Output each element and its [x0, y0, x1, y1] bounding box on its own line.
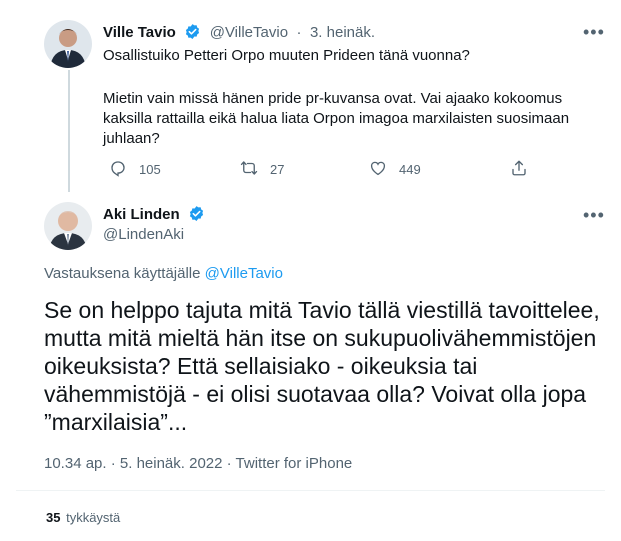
- reply-prefix: Vastauksena käyttäjälle: [44, 265, 201, 282]
- author-name[interactable]: Aki Linden: [103, 206, 180, 223]
- tweet-text-p2: Mietin vain missä hänen pride pr-kuvansa…: [103, 90, 570, 147]
- likes-summary[interactable]: 35 tykkäystä: [46, 510, 120, 525]
- thread-line: [68, 70, 70, 192]
- likes-label: tykkäystä: [66, 510, 121, 525]
- reply-icon: [109, 159, 139, 180]
- retweet-icon: [240, 159, 270, 180]
- avatar-ville-tavio[interactable]: [44, 20, 92, 68]
- author-handle[interactable]: @VilleTavio: [210, 24, 288, 41]
- retweet-button[interactable]: 27: [240, 159, 284, 180]
- verified-icon: [184, 23, 201, 45]
- tweet-header: Ville Tavio @VilleTavio · 3. heinäk.: [103, 23, 375, 45]
- like-button[interactable]: 449: [369, 159, 421, 180]
- share-icon: [510, 159, 540, 180]
- author-handle[interactable]: @LindenAki: [103, 226, 184, 243]
- more-icon[interactable]: •••: [583, 206, 605, 224]
- reply-button[interactable]: 105: [109, 159, 161, 180]
- tweet-text-p1: Osallistuiko Petteri Orpo muuten Prideen…: [103, 47, 470, 64]
- author-name[interactable]: Ville Tavio: [103, 24, 176, 41]
- more-icon[interactable]: •••: [583, 23, 605, 41]
- verified-icon: [188, 205, 205, 227]
- replying-to: Vastauksena käyttäjälle @VilleTavio: [44, 265, 283, 282]
- share-button[interactable]: [510, 159, 540, 180]
- tweet-main-text: Se on helppo tajuta mitä Tavio tällä vie…: [44, 297, 600, 435]
- retweet-count: 27: [270, 162, 285, 177]
- heart-icon: [369, 159, 399, 180]
- tweet-date[interactable]: 3. heinäk.: [310, 24, 375, 41]
- like-count: 449: [399, 162, 421, 177]
- dot-separator: ·: [296, 24, 302, 41]
- tweet-header: Aki Linden: [103, 205, 205, 227]
- divider: [16, 490, 605, 491]
- tweet-meta[interactable]: 10.34 ap. · 5. heinäk. 2022 · Twitter fo…: [44, 455, 352, 472]
- avatar-aki-linden[interactable]: [44, 202, 92, 250]
- reply-handle-link[interactable]: @VilleTavio: [205, 265, 283, 282]
- likes-count: 35: [46, 510, 61, 525]
- reply-count: 105: [139, 162, 161, 177]
